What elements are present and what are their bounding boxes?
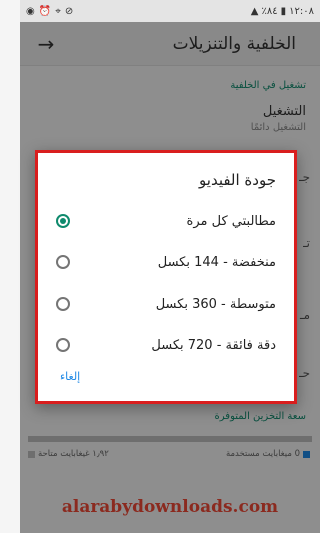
dialog-title: جودة الفيديو [199, 171, 276, 189]
video-quality-dialog: جودة الفيديو مطالبتي كل مرة منخفضة - 144… [35, 150, 297, 404]
signal-icon: ▲ [250, 5, 259, 17]
option-ask-every-time[interactable]: مطالبتي كل مرة [38, 203, 294, 239]
radio-unselected-icon[interactable] [56, 255, 70, 269]
radio-unselected-icon[interactable] [56, 297, 70, 311]
account-icon: ◉ [26, 5, 35, 17]
option-low-144p[interactable]: منخفضة - 144 بكسل [38, 244, 294, 280]
option-medium-360p[interactable]: متوسطة - 360 بكسل [38, 286, 294, 322]
alarm-icon: ⏰ [38, 5, 52, 17]
status-time: ١٢:٠٨ [289, 5, 314, 17]
option-label: مطالبتي كل مرة [186, 213, 276, 229]
option-hd-720p[interactable]: دقة فائقة - 720 بكسل [38, 327, 294, 363]
status-icons-left: ◉ ⏰ ⌖ ⊘ [26, 6, 73, 17]
cancel-button[interactable]: إلغاء [60, 370, 80, 383]
location-icon: ⌖ [55, 5, 61, 17]
radio-unselected-icon[interactable] [56, 338, 70, 352]
status-bar: ◉ ⏰ ⌖ ⊘ ١٢:٠٨ ▮ ٨٤٪ ▲ [20, 0, 320, 22]
option-label: متوسطة - 360 بكسل [155, 296, 276, 312]
radio-selected-icon[interactable] [56, 214, 70, 228]
status-icons-right: ١٢:٠٨ ▮ ٨٤٪ ▲ [251, 6, 314, 17]
battery-percent: ٨٤٪ [261, 5, 278, 17]
option-label: دقة فائقة - 720 بكسل [151, 337, 276, 353]
wifi-off-icon: ⊘ [64, 5, 74, 17]
option-label: منخفضة - 144 بكسل [157, 254, 276, 270]
watermark: alarabydownloads.com [61, 497, 279, 517]
battery-icon: ▮ [280, 5, 287, 17]
